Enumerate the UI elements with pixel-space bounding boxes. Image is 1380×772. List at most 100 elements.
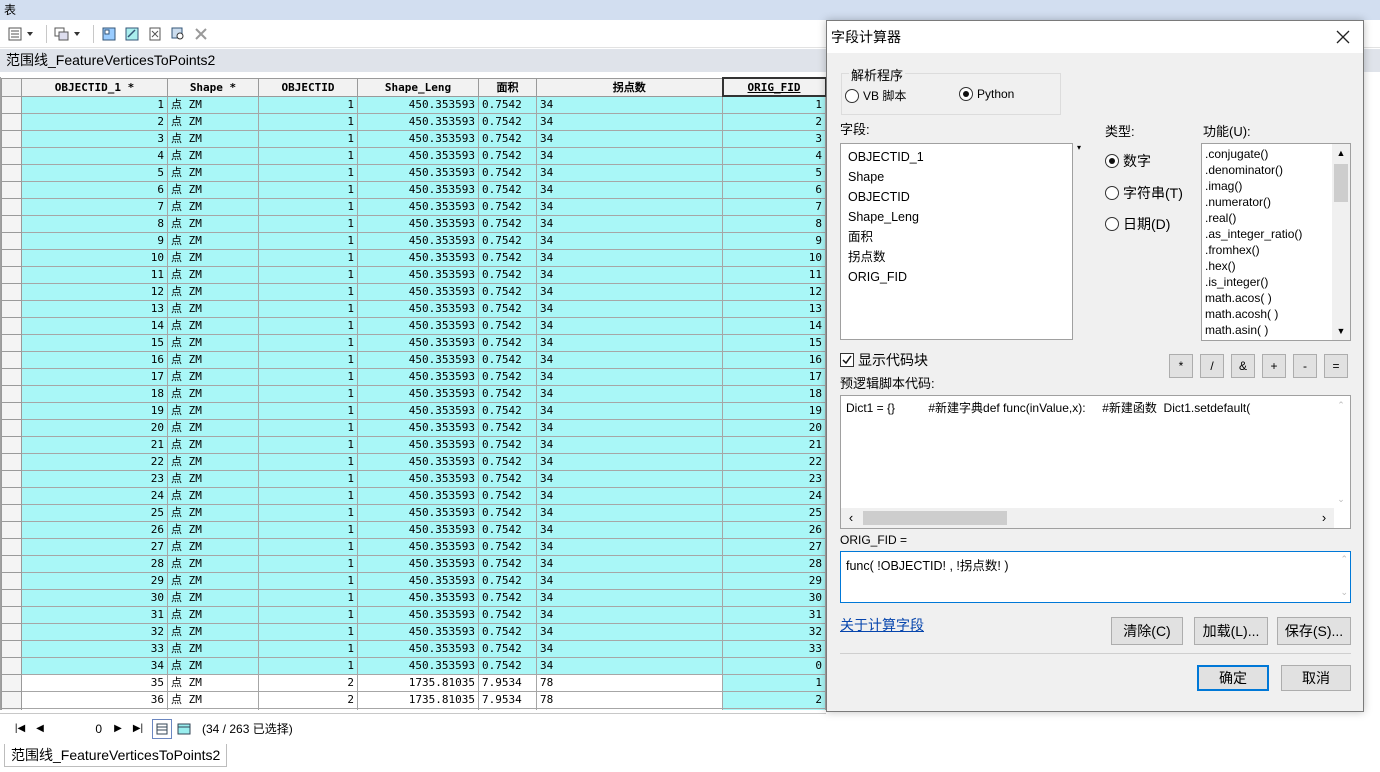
field-list-item[interactable]: OBJECTID (841, 187, 1072, 207)
table-cell[interactable]: 2 (258, 690, 358, 709)
table-cell[interactable]: 450.353593 (357, 316, 479, 335)
table-cell[interactable]: 34 (536, 588, 723, 607)
table-cell[interactable]: 1 (258, 333, 358, 352)
table-cell[interactable]: 34 (536, 605, 723, 624)
table-cell[interactable]: 1 (258, 486, 358, 505)
row-selector[interactable] (1, 146, 22, 165)
show-selected-records-icon[interactable] (174, 719, 194, 739)
table-row[interactable]: 25 点 ZM 1 450.353593 0.7542 34 25 (1, 503, 826, 522)
table-row[interactable]: 13 点 ZM 1 450.353593 0.7542 34 13 (1, 299, 826, 318)
table-cell[interactable]: 450.353593 (357, 418, 479, 437)
table-cell[interactable]: 1 (258, 112, 358, 131)
table-cell[interactable]: 6 (722, 180, 826, 199)
table-cell[interactable]: 2 (258, 673, 358, 692)
table-cell[interactable]: 7.9534 (478, 690, 537, 709)
table-cell[interactable]: 点 ZM (167, 95, 259, 114)
table-cell[interactable]: 34 (536, 282, 723, 301)
table-cell[interactable]: 1 (258, 197, 358, 216)
table-cell[interactable]: 450.353593 (357, 299, 479, 318)
table-cell[interactable]: 1 (258, 554, 358, 573)
table-cell[interactable]: 点 ZM (167, 537, 259, 556)
table-cell[interactable]: 2 (21, 112, 168, 131)
table-cell[interactable]: 1 (258, 180, 358, 199)
table-cell[interactable]: 1735.81035 (357, 673, 479, 692)
table-row[interactable]: 6点 ZM 1 450.353593 0.7542 34 6 (1, 180, 826, 199)
row-selector[interactable] (1, 656, 22, 675)
table-cell[interactable]: 22 (722, 452, 826, 471)
table-row[interactable]: 35 点 ZM 2 1735.81035 7.9534 78 1 (1, 673, 826, 692)
table-cell[interactable]: 点 ZM (167, 180, 259, 199)
table-cell[interactable]: 7.9534 (478, 673, 537, 692)
table-cell[interactable]: 11 (722, 265, 826, 284)
table-cell[interactable]: 34 (536, 146, 723, 165)
clear-button[interactable]: 清除(C) (1111, 617, 1183, 645)
row-selector[interactable] (1, 350, 22, 369)
table-cell[interactable]: 450.353593 (357, 197, 479, 216)
table-cell[interactable]: 34 (536, 163, 723, 182)
table-cell[interactable]: 17 (21, 367, 168, 386)
type-number-radio[interactable]: 数字 (1105, 151, 1151, 171)
table-cell[interactable]: 点 ZM (167, 690, 259, 709)
table-cell[interactable]: 24 (722, 486, 826, 505)
table-cell[interactable]: 11 (21, 265, 168, 284)
table-row[interactable]: 3点 ZM 1 450.353593 0.7542 34 3 (1, 129, 826, 148)
table-cell[interactable]: 点 ZM (167, 469, 259, 488)
table-cell[interactable]: 34 (536, 316, 723, 335)
related-tables-icon[interactable] (53, 25, 71, 43)
row-selector[interactable] (1, 537, 22, 556)
table-cell[interactable]: 1 (258, 265, 358, 284)
column-header[interactable]: OBJECTID (258, 77, 358, 97)
table-cell[interactable]: 0.7542 (478, 180, 537, 199)
table-cell[interactable]: 34 (536, 350, 723, 369)
table-cell[interactable]: 1 (258, 418, 358, 437)
table-cell[interactable]: 28 (722, 554, 826, 573)
table-cell[interactable]: 450.353593 (357, 129, 479, 148)
table-cell[interactable]: 3 (722, 129, 826, 148)
table-cell[interactable]: 5 (21, 163, 168, 182)
radio-button-selected[interactable] (1105, 154, 1119, 168)
type-date-radio[interactable]: 日期(D) (1105, 214, 1170, 234)
table-cell[interactable]: 22 (21, 452, 168, 471)
row-selector[interactable] (1, 401, 22, 420)
row-selector[interactable] (1, 163, 22, 182)
checkbox-checked[interactable] (840, 353, 854, 367)
table-cell[interactable]: 0.7542 (478, 316, 537, 335)
row-selector[interactable] (1, 639, 22, 658)
table-cell[interactable]: 点 ZM (167, 367, 259, 386)
table-cell[interactable]: 15 (722, 333, 826, 352)
table-cell[interactable]: 13 (722, 299, 826, 318)
table-cell[interactable]: 31 (21, 605, 168, 624)
table-cell[interactable]: 0.7542 (478, 163, 537, 182)
table-row[interactable]: 1点 ZM 1 450.353593 0.7542 34 1 (1, 95, 826, 114)
operator-equals-button[interactable]: = (1324, 354, 1348, 378)
row-selector[interactable] (1, 588, 22, 607)
table-cell[interactable]: 450.353593 (357, 350, 479, 369)
table-cell[interactable]: 1 (258, 469, 358, 488)
table-cell[interactable]: 点 ZM (167, 350, 259, 369)
table-cell[interactable]: 1 (258, 622, 358, 641)
table-cell[interactable]: 450.353593 (357, 265, 479, 284)
table-cell[interactable]: 450.353593 (357, 520, 479, 539)
table-cell[interactable]: 450.353593 (357, 503, 479, 522)
table-cell[interactable]: 1 (258, 384, 358, 403)
table-cell[interactable]: 1 (258, 248, 358, 267)
first-record-icon[interactable]: |◀ (10, 719, 30, 739)
table-cell[interactable]: 34 (536, 452, 723, 471)
row-selector[interactable] (1, 554, 22, 573)
table-cell[interactable]: 点 ZM (167, 588, 259, 607)
table-cell[interactable]: 点 ZM (167, 503, 259, 522)
cancel-button[interactable]: 取消 (1281, 665, 1351, 691)
row-selector[interactable] (1, 605, 22, 624)
chevron-down-icon[interactable]: ⌄ (1340, 587, 1348, 598)
row-selector[interactable] (1, 282, 22, 301)
table-cell[interactable]: 5 (722, 163, 826, 182)
table-cell[interactable]: 34 (536, 622, 723, 641)
table-cell[interactable]: 点 ZM (167, 248, 259, 267)
table-cell[interactable]: 450.353593 (357, 95, 479, 114)
table-row[interactable]: 22 点 ZM 1 450.353593 0.7542 34 22 (1, 452, 826, 471)
table-cell[interactable]: 点 ZM (167, 554, 259, 573)
function-list-item[interactable]: .hex() (1202, 258, 1330, 274)
table-cell[interactable]: 0.7542 (478, 214, 537, 233)
save-button[interactable]: 保存(S)... (1277, 617, 1351, 645)
table-cell[interactable]: 33 (722, 639, 826, 658)
